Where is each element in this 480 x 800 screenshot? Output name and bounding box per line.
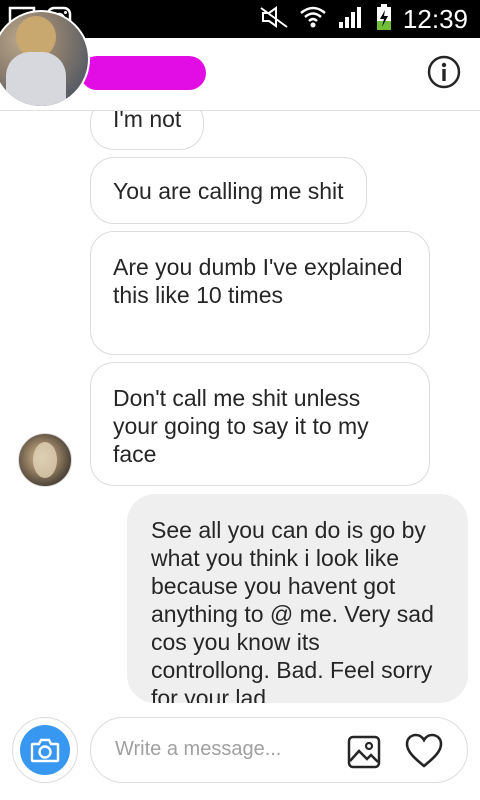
message-bubble-incoming[interactable]: Don't call me shit unless your going to … (90, 362, 430, 486)
info-icon[interactable] (426, 54, 462, 95)
message-input-placeholder: Write a message... (115, 738, 282, 760)
message-text: Don't call me shit unless your going to … (113, 385, 369, 467)
message-bubble-incoming[interactable]: Are you dumb I've explained this like 10… (90, 231, 430, 355)
message-bubble-incoming[interactable]: You are calling me shit (90, 157, 367, 224)
wifi-icon (299, 4, 327, 35)
message-text: You are calling me shit (113, 178, 344, 204)
sender-avatar[interactable] (18, 433, 72, 487)
image-icon[interactable] (347, 735, 381, 774)
mute-icon (259, 5, 289, 34)
message-text: See all you can do is go by what you thi… (151, 517, 434, 703)
status-time: 12:39 (402, 4, 468, 34)
camera-button[interactable] (12, 717, 78, 783)
message-input[interactable]: Write a message... (90, 717, 468, 783)
message-text: Are you dumb I've explained this like 10… (113, 254, 403, 308)
camera-icon (20, 725, 70, 775)
message-bubble-outgoing[interactable]: See all you can do is go by what you thi… (127, 494, 468, 703)
signal-icon (337, 4, 365, 35)
heart-icon[interactable] (405, 733, 443, 774)
battery-charging-icon (375, 3, 393, 36)
redacted-username (80, 56, 206, 90)
